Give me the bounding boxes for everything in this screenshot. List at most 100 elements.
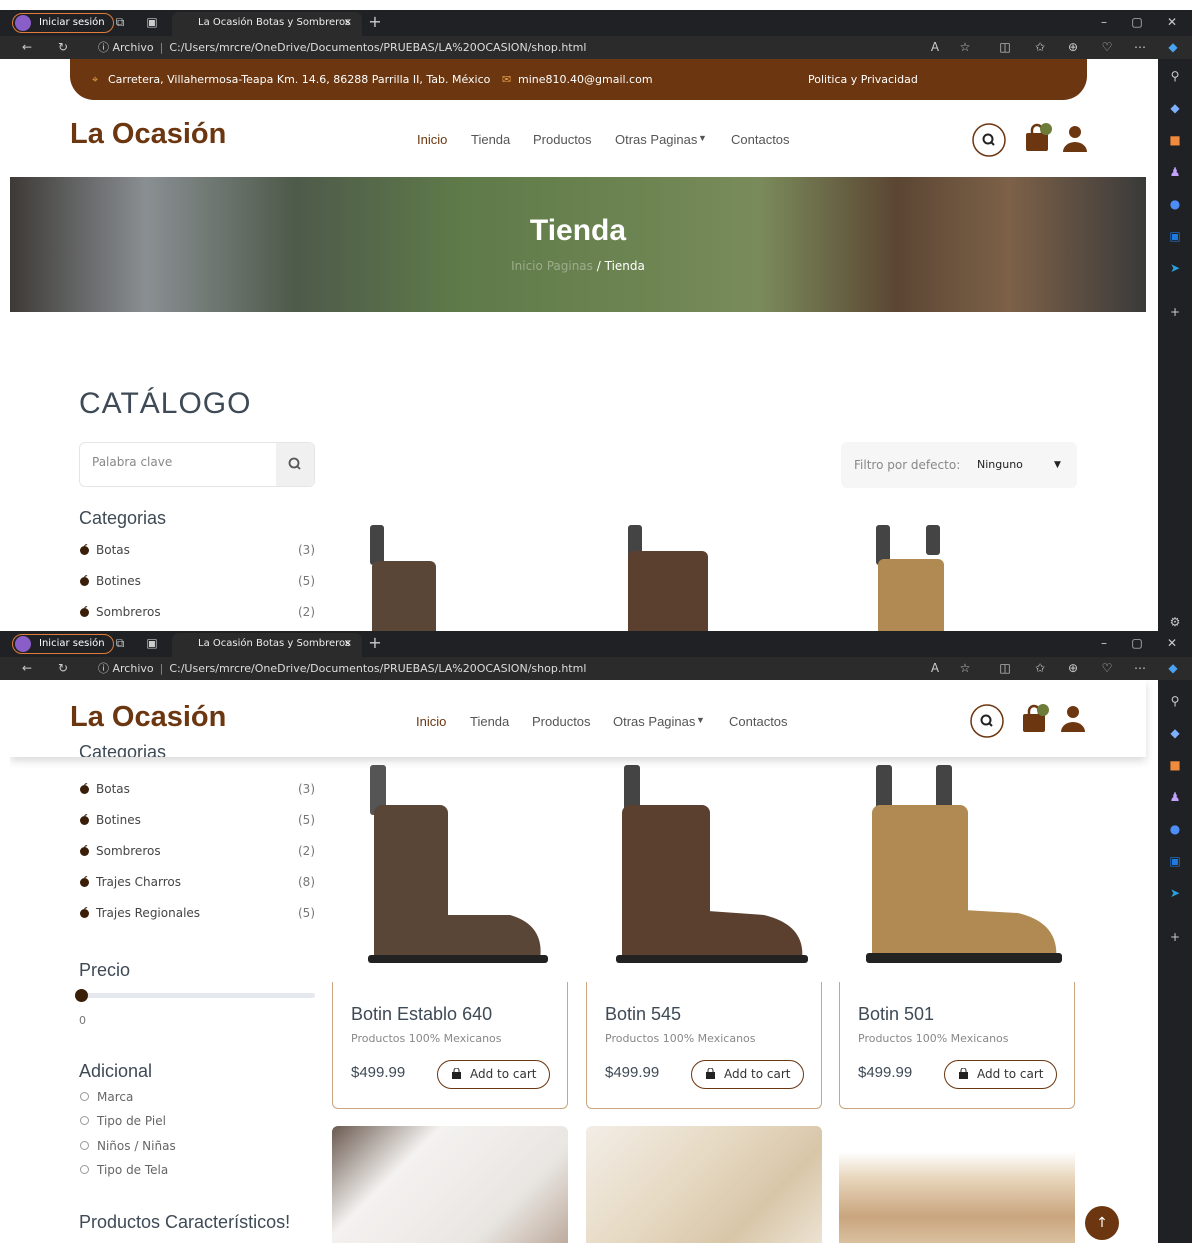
restore-icon[interactable]: ▢ [1130,636,1144,650]
games-icon[interactable]: ♟ [1168,165,1182,179]
close-tab-icon[interactable]: × [344,633,352,655]
reload-icon[interactable]: ↻ [56,40,70,54]
nav-otras-paginas[interactable]: Otras Paginas [615,132,697,147]
product-name[interactable]: Botin Establo 640 [351,1004,492,1025]
address-bar[interactable]: ⓘ Archivo | C:/Users/mrcre/OneDrive/Docume… [98,660,586,677]
shopping-icon[interactable]: ■ [1168,758,1182,772]
office-icon[interactable]: ● [1168,197,1182,211]
send-icon[interactable]: ➤ [1168,886,1182,900]
category-item[interactable]: Sombreros (2) [79,605,315,625]
collections-icon[interactable]: ⊕ [1066,40,1080,54]
product-name[interactable]: Botin 501 [858,1004,934,1025]
back-icon[interactable]: ← [20,661,34,675]
search-icon[interactable] [970,704,1004,738]
close-window-icon[interactable]: ✕ [1165,15,1179,29]
sort-filter[interactable]: Filtro por defecto: Ninguno ▼ [841,442,1077,488]
collections-icon[interactable]: ⊕ [1066,661,1080,675]
minimize-icon[interactable]: – [1097,15,1111,29]
back-to-top-button[interactable]: ↑ [1085,1206,1119,1240]
add-icon[interactable]: + [1168,930,1182,944]
cart-icon[interactable] [1019,702,1053,736]
category-item[interactable]: Trajes Charros (8) [79,875,315,895]
email-link[interactable]: mine810.40@gmail.com [518,59,653,100]
copilot-icon[interactable]: ◆ [1166,40,1180,54]
split-screen-icon[interactable]: ◫ [998,40,1012,54]
nav-tienda[interactable]: Tienda [471,132,510,147]
category-item[interactable]: Sombreros (2) [79,844,315,864]
settings-icon[interactable]: ⚙ [1168,615,1182,629]
search-icon[interactable] [972,123,1006,157]
tab-actions-icon[interactable]: ▣ [145,15,159,29]
category-item[interactable]: Botas (3) [79,782,315,802]
outlook-icon[interactable]: ▣ [1168,854,1182,868]
price-slider-handle[interactable] [75,989,88,1002]
more-icon[interactable]: ⋯ [1133,661,1147,675]
tag-icon[interactable]: ◆ [1168,101,1182,115]
filter-select[interactable]: Ninguno [977,442,1023,488]
close-tab-icon[interactable]: × [344,12,352,34]
category-item[interactable]: Botines (5) [79,574,315,594]
product-image[interactable] [839,1126,1075,1243]
favorites-icon[interactable]: ✩ [1033,40,1047,54]
outlook-icon[interactable]: ▣ [1168,229,1182,243]
product-image[interactable] [614,525,714,631]
new-tab-icon[interactable]: + [368,14,382,30]
restore-icon[interactable]: ▢ [1130,15,1144,29]
split-screen-icon[interactable]: ◫ [998,661,1012,675]
games-icon[interactable]: ♟ [1168,790,1182,804]
minimize-icon[interactable]: – [1097,636,1111,650]
search-button[interactable] [276,443,314,486]
category-item[interactable]: Botines (5) [79,813,315,833]
filter-option-tipo-piel[interactable]: Tipo de Piel [80,1114,166,1128]
favorites-icon[interactable]: ✩ [1033,661,1047,675]
address-bar[interactable]: ⓘ Archivo | C:/Users/mrcre/OneDrive/Docume… [98,39,586,56]
search-icon[interactable]: ⚲ [1168,69,1182,83]
nav-otras-paginas[interactable]: Otras Paginas [613,714,695,729]
profile-button[interactable]: Iniciar sesión [12,634,114,654]
nav-contactos[interactable]: Contactos [729,714,788,729]
filter-option-ninos[interactable]: Niños / Niñas [80,1139,176,1153]
filter-option-tipo-tela[interactable]: Tipo de Tela [80,1163,168,1177]
workspaces-icon[interactable]: ⧉ [113,636,127,650]
tab-actions-icon[interactable]: ▣ [145,636,159,650]
site-logo[interactable]: La Ocasión [70,701,226,734]
product-image[interactable] [332,1126,568,1243]
favorite-star-icon[interactable]: ☆ [958,40,972,54]
nav-productos[interactable]: Productos [532,714,591,729]
tag-icon[interactable]: ◆ [1168,726,1182,740]
office-icon[interactable]: ● [1168,822,1182,836]
browser-tab[interactable]: La Ocasión Botas y Sombreros × [172,12,362,36]
add-to-cart-button[interactable]: Add to cart [691,1060,804,1089]
heart-icon[interactable]: ♡ [1100,661,1114,675]
product-image[interactable] [594,765,814,965]
reload-icon[interactable]: ↻ [56,661,70,675]
product-card[interactable]: Botin Establo 640 Productos 100% Mexican… [332,982,568,1109]
nav-inicio[interactable]: Inicio [417,132,447,147]
product-name[interactable]: Botin 545 [605,1004,681,1025]
category-item[interactable]: Trajes Regionales (5) [79,906,315,926]
add-to-cart-button[interactable]: Add to cart [437,1060,550,1089]
profile-button[interactable]: Iniciar sesión [12,13,114,33]
more-icon[interactable]: ⋯ [1133,40,1147,54]
user-icon[interactable] [1058,122,1092,156]
new-tab-icon[interactable]: + [368,635,382,651]
add-icon[interactable]: + [1168,305,1182,319]
read-aloud-icon[interactable]: A [928,40,942,54]
shopping-icon[interactable]: ■ [1168,133,1182,147]
category-item[interactable]: Botas (3) [79,543,315,563]
product-card[interactable]: Botin 501 Productos 100% Mexicanos $499.… [839,982,1075,1109]
user-icon[interactable] [1056,702,1090,736]
close-window-icon[interactable]: ✕ [1165,636,1179,650]
product-image[interactable] [868,525,968,631]
price-slider-track[interactable] [75,989,315,1002]
nav-productos[interactable]: Productos [533,132,592,147]
product-image[interactable] [340,765,550,965]
product-image[interactable] [586,1126,822,1243]
filter-option-marca[interactable]: Marca [80,1090,133,1104]
favorite-star-icon[interactable]: ☆ [958,661,972,675]
product-card[interactable]: Botin 545 Productos 100% Mexicanos $499.… [586,982,822,1109]
search-icon[interactable]: ⚲ [1168,694,1182,708]
policy-link[interactable]: Politica y Privacidad [808,59,918,100]
copilot-icon[interactable]: ◆ [1166,661,1180,675]
add-to-cart-button[interactable]: Add to cart [944,1060,1057,1089]
